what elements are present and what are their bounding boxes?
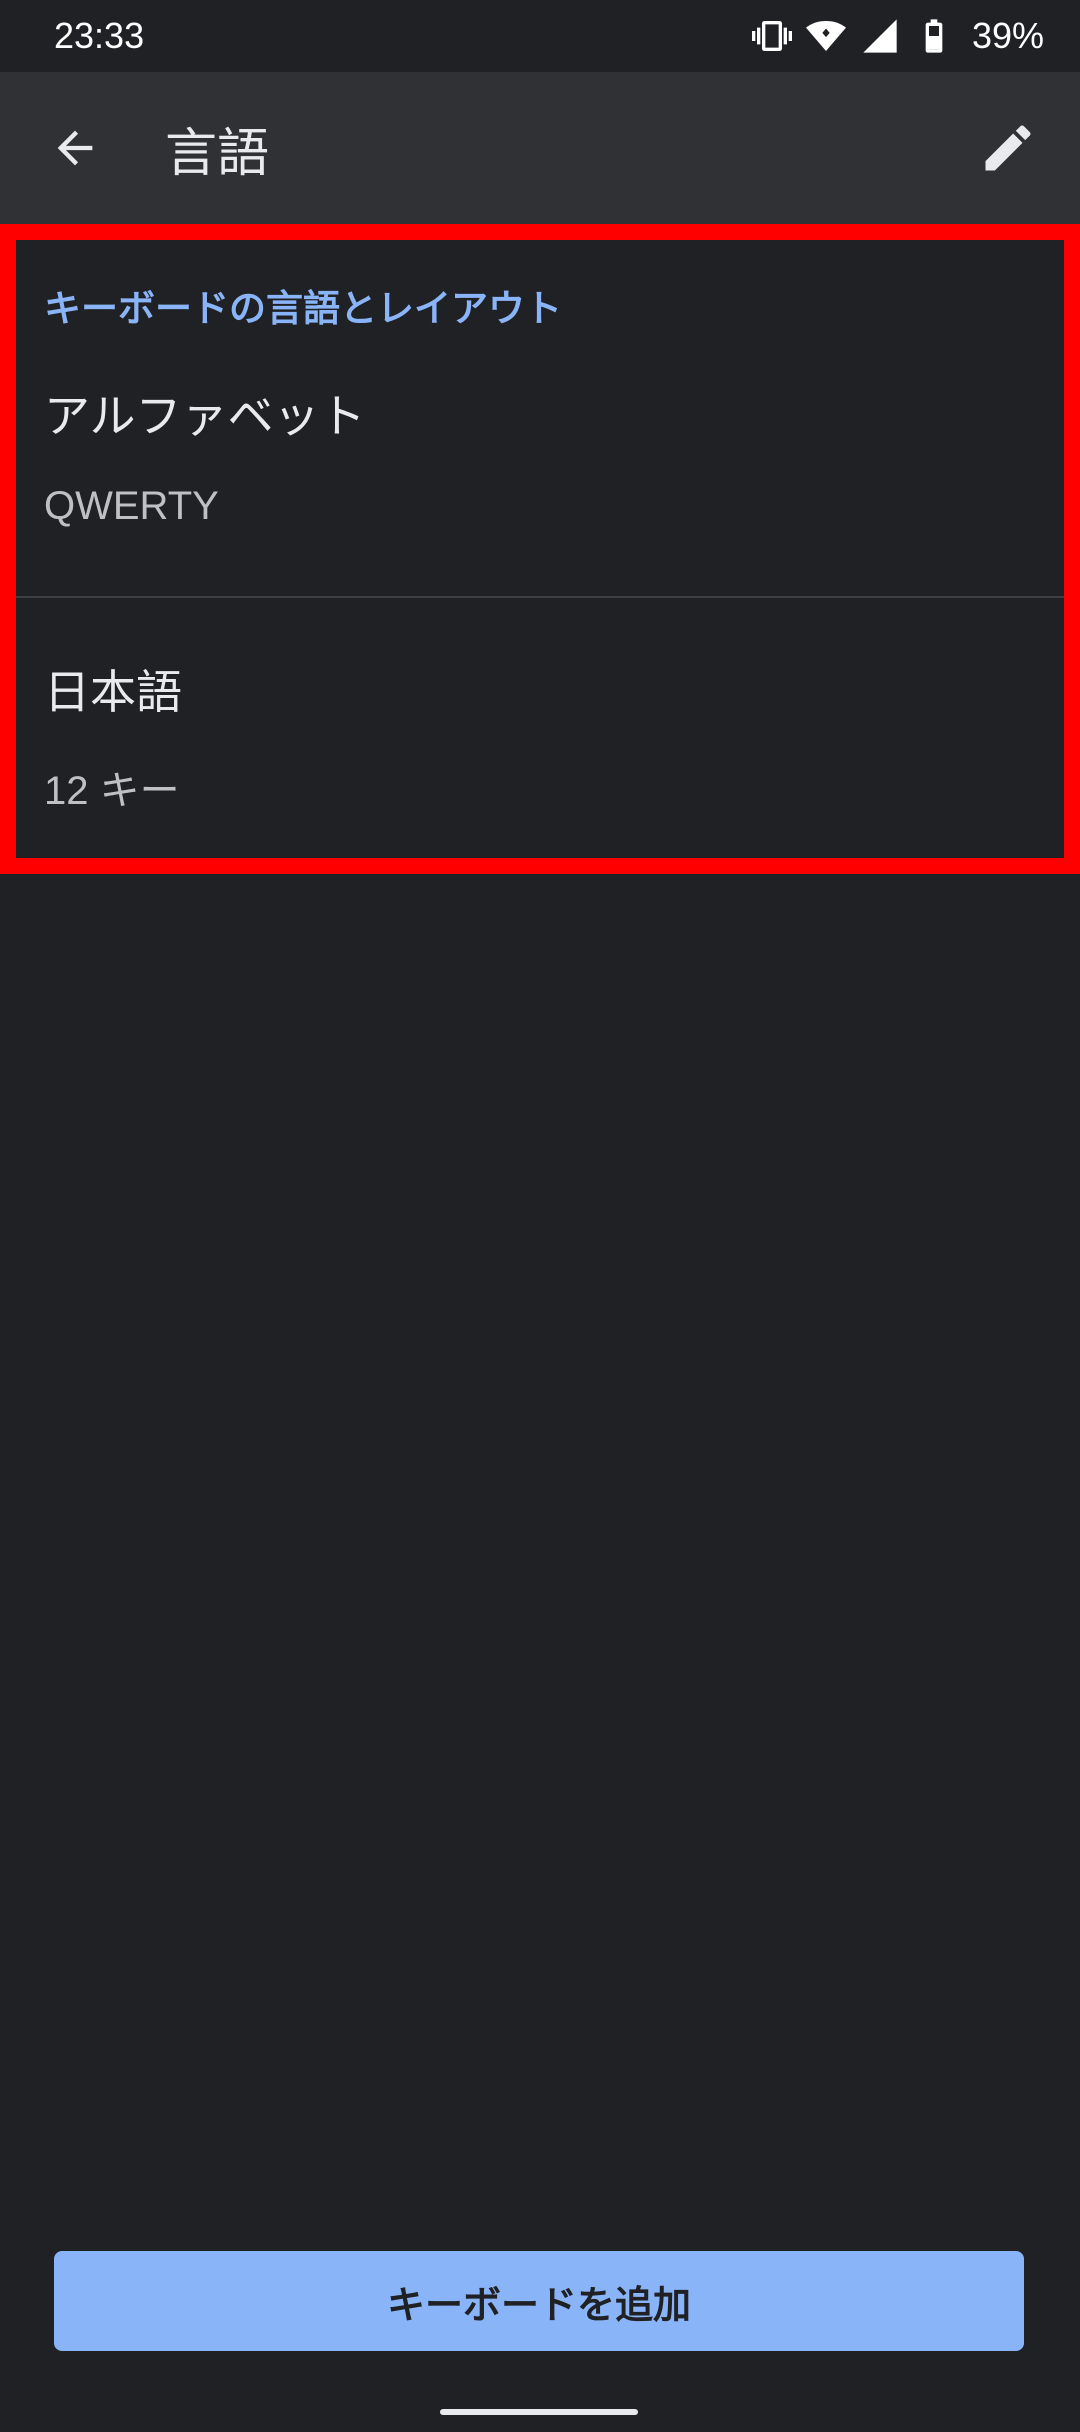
wifi-icon [805, 16, 846, 56]
list-item-japanese[interactable]: 日本語 12 キー [16, 598, 1064, 858]
status-bar: 23:33 39% [0, 0, 1080, 72]
app-bar: 言語 [0, 72, 1080, 224]
vibrate-icon [751, 16, 792, 56]
page-title: 言語 [165, 123, 270, 184]
battery-icon [914, 16, 954, 56]
back-button[interactable] [35, 108, 115, 188]
list-item-title: アルファベット [44, 389, 366, 443]
keyboard-language-section: キーボードの言語とレイアウト アルファベット QWERTY 日本語 12 キー [0, 224, 1080, 874]
status-time: 23:33 [54, 15, 145, 56]
list-item-subtitle: QWERTY [44, 484, 219, 528]
add-keyboard-button[interactable]: キーボードを追加 [54, 2251, 1024, 2351]
home-indicator[interactable] [440, 2409, 638, 2415]
battery-percent: 39% [971, 15, 1044, 56]
list-item-alphabet[interactable]: アルファベット QWERTY [16, 240, 1064, 596]
cell-signal-icon [860, 16, 900, 56]
edit-button[interactable] [968, 108, 1048, 188]
pencil-icon [985, 125, 1031, 171]
list-item-subtitle: 12 キー [44, 769, 180, 813]
list-item-title: 日本語 [44, 665, 182, 719]
arrow-back-icon [57, 130, 93, 166]
status-icons: 39% [751, 15, 1044, 57]
